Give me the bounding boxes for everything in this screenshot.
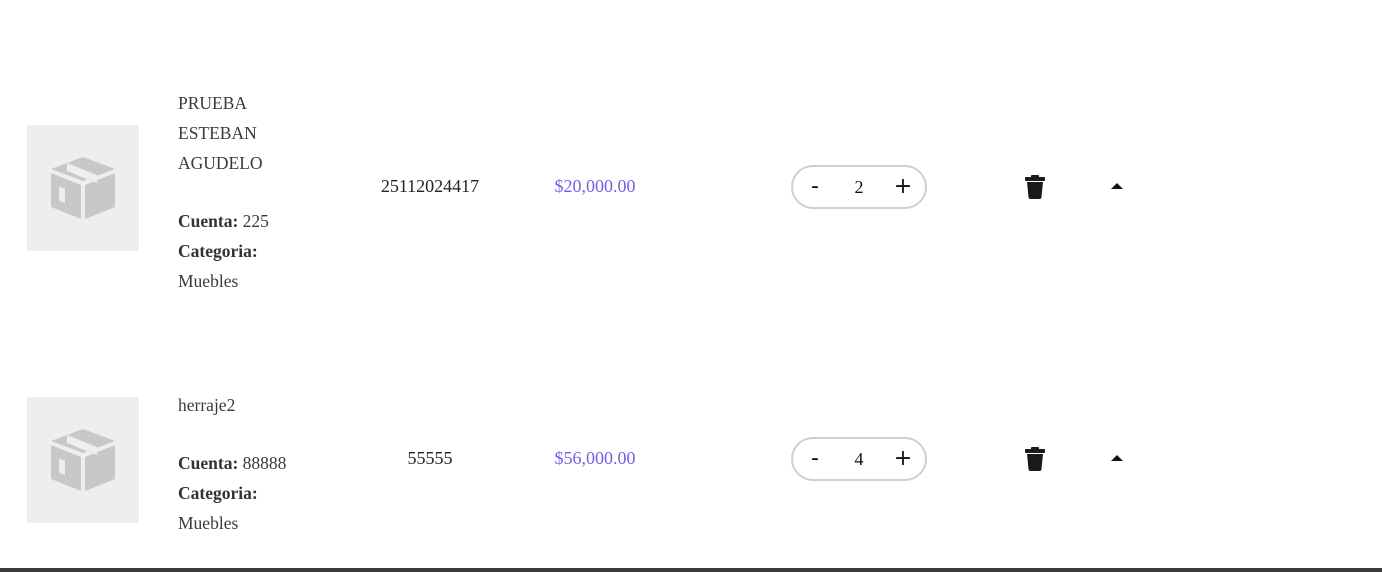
product-code: 25112024417	[380, 176, 480, 196]
product-thumbnail	[27, 397, 139, 523]
product-price: $56,000.00	[554, 448, 636, 468]
quantity-stepper: - 4 +	[791, 437, 927, 481]
account-line: Cuenta: 88888	[178, 448, 328, 478]
trash-icon[interactable]	[1025, 447, 1045, 471]
decrement-button[interactable]: -	[805, 176, 825, 198]
increment-button[interactable]: +	[893, 448, 913, 470]
category-value: Muebles	[178, 513, 239, 533]
category-value: Muebles	[178, 271, 239, 291]
product-name[interactable]: PRUEBA ESTEBAN AGUDELO	[178, 88, 278, 178]
decrement-button[interactable]: -	[805, 448, 825, 470]
product-thumbnail	[27, 125, 139, 251]
box-icon	[51, 429, 115, 491]
category-label: Categoria:	[178, 241, 258, 261]
caret-up-icon[interactable]	[1110, 453, 1124, 463]
box-icon	[51, 157, 115, 219]
account-label: Cuenta:	[178, 453, 239, 473]
trash-icon[interactable]	[1025, 175, 1045, 199]
cart-item: PRUEBA ESTEBAN AGUDELO Cuenta: 225 Categ…	[0, 0, 1382, 340]
increment-button[interactable]: +	[893, 176, 913, 198]
account-line: Cuenta: 225	[178, 206, 328, 236]
account-label: Cuenta:	[178, 211, 239, 231]
category-label: Categoria:	[178, 483, 258, 503]
account-value: 88888	[242, 453, 287, 473]
quantity-value[interactable]: 4	[839, 449, 879, 470]
category-line: Categoria: Muebles	[178, 236, 328, 296]
product-code: 55555	[407, 448, 453, 468]
category-line: Categoria: Muebles	[178, 478, 328, 538]
caret-up-icon[interactable]	[1110, 181, 1124, 191]
bottom-divider	[0, 568, 1382, 572]
cart-list: PRUEBA ESTEBAN AGUDELO Cuenta: 225 Categ…	[0, 0, 1382, 572]
cart-item: herraje2 Cuenta: 88888 Categoria: Muebles…	[0, 340, 1382, 568]
product-info: PRUEBA ESTEBAN AGUDELO Cuenta: 225 Categ…	[178, 88, 328, 296]
product-name[interactable]: herraje2	[178, 390, 328, 420]
quantity-stepper: - 2 +	[791, 165, 927, 209]
account-value: 225	[242, 211, 269, 231]
product-price: $20,000.00	[554, 176, 636, 196]
quantity-value[interactable]: 2	[839, 177, 879, 198]
product-info: herraje2 Cuenta: 88888 Categoria: Muebles	[178, 390, 328, 538]
